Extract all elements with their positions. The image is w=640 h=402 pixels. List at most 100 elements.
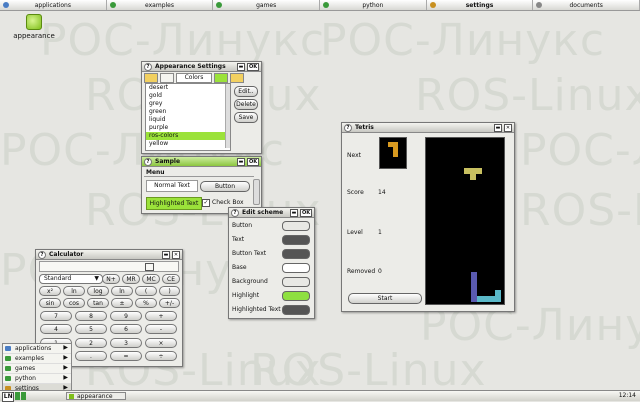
scheme-row-label: Button Text <box>232 250 267 257</box>
title-bar[interactable]: ? Calculator ▬ ✕ <box>36 250 182 260</box>
tab-games[interactable]: games <box>213 0 321 10</box>
calc-button[interactable]: 8 <box>75 311 107 321</box>
help-icon[interactable]: ? <box>144 157 152 166</box>
list-item[interactable]: purple <box>146 124 230 132</box>
calc-button[interactable]: 2 <box>75 338 107 348</box>
tab-applications[interactable]: applications <box>0 0 107 10</box>
clock[interactable]: 12:14 <box>619 392 636 400</box>
calc-button[interactable]: MR <box>122 274 140 284</box>
calc-button[interactable]: ) <box>159 286 180 296</box>
leaf-icon <box>5 356 11 361</box>
start-button[interactable]: Start <box>348 293 422 304</box>
close-button[interactable]: ✕ <box>504 124 512 132</box>
grid-icon[interactable] <box>145 263 154 271</box>
color-swatch-base[interactable] <box>282 263 310 273</box>
tab-colors[interactable]: Colors <box>176 73 212 83</box>
desktop-icon-appearance[interactable]: appearance <box>6 14 62 40</box>
list-item[interactable]: gold <box>146 92 230 100</box>
color-swatch-button-text[interactable] <box>282 249 310 259</box>
list-item[interactable]: desert <box>146 84 230 92</box>
calc-button[interactable]: × <box>145 338 177 348</box>
menu-item-games[interactable]: games ▶ <box>3 364 71 374</box>
list-item[interactable]: grey <box>146 100 230 108</box>
title-bar[interactable]: ? Sample ▬ OK <box>142 157 261 167</box>
score-value: 14 <box>378 189 386 196</box>
save-button[interactable]: Save <box>234 112 258 123</box>
minimize-button[interactable]: ▬ <box>290 209 298 217</box>
start-button[interactable]: LN <box>2 392 26 402</box>
title-bar[interactable]: ? Edit scheme ▬ OK <box>229 208 314 218</box>
tab-examples[interactable]: examples <box>106 0 214 10</box>
mode-select[interactable]: Standard ▼ <box>39 274 103 284</box>
minimize-button[interactable]: ▬ <box>237 158 245 166</box>
minimize-button[interactable]: ▬ <box>494 124 502 132</box>
calc-button[interactable]: ln <box>63 286 85 296</box>
calc-button[interactable]: 7 <box>40 311 72 321</box>
tab-theme[interactable] <box>214 73 228 83</box>
menu-item-applications[interactable]: applications ▶ <box>3 344 71 354</box>
calc-button[interactable]: cos <box>63 298 85 308</box>
calc-button[interactable]: % <box>135 298 157 308</box>
title-bar[interactable]: ? Appearance Settings ▬ OK <box>142 62 261 72</box>
calc-button[interactable]: 9 <box>110 311 142 321</box>
menu-item-examples[interactable]: examples ▶ <box>3 354 71 364</box>
tab-wallpaper[interactable] <box>144 73 158 83</box>
color-swatch-highlighted-text[interactable] <box>282 305 310 315</box>
calc-button[interactable]: . <box>75 351 107 361</box>
color-swatch-highlight[interactable] <box>282 291 310 301</box>
sample-button[interactable]: Button <box>200 181 250 192</box>
delete-button[interactable]: Delete <box>234 99 258 110</box>
list-scrollbar[interactable] <box>225 84 230 148</box>
tab-settings[interactable]: settings <box>426 0 534 10</box>
ok-button[interactable]: OK <box>247 158 259 166</box>
calc-button[interactable]: 5 <box>75 324 107 334</box>
game-board[interactable] <box>425 137 505 305</box>
list-item[interactable]: yellow <box>146 140 230 148</box>
title-bar[interactable]: ? Tetris ▬ ✕ <box>342 123 514 133</box>
calc-button[interactable]: 3 <box>110 338 142 348</box>
sample-checkbox[interactable]: ✓ <box>202 199 210 207</box>
color-swatch-button[interactable] <box>282 221 310 231</box>
calc-button[interactable]: sin <box>39 298 61 308</box>
calc-button[interactable]: 6 <box>110 324 142 334</box>
calc-button[interactable]: = <box>110 351 142 361</box>
list-item-selected[interactable]: ros-colors <box>146 132 230 140</box>
edit-button[interactable]: Edit.. <box>234 86 258 97</box>
calc-button[interactable]: 4 <box>40 324 72 334</box>
color-scheme-list[interactable]: desert gold grey green liquid purple ros… <box>145 83 231 151</box>
tab-other[interactable] <box>230 73 244 83</box>
sample-scrollbar[interactable] <box>253 179 260 205</box>
calc-button[interactable]: ± <box>111 298 133 308</box>
calc-button[interactable]: log <box>87 286 109 296</box>
calc-button[interactable]: CE <box>162 274 180 284</box>
calc-button[interactable]: + <box>145 311 177 321</box>
help-icon[interactable]: ? <box>344 123 352 132</box>
calc-button[interactable]: tan <box>87 298 109 308</box>
minimize-button[interactable]: ▬ <box>237 63 245 71</box>
calc-button[interactable]: ( <box>135 286 157 296</box>
taskbar-item-appearance[interactable]: appearance <box>66 392 126 400</box>
calc-button[interactable]: ln <box>111 286 133 296</box>
tab-fonts[interactable] <box>160 73 174 83</box>
help-icon[interactable]: ? <box>144 62 152 71</box>
calc-button[interactable]: N+ <box>102 274 120 284</box>
calc-button[interactable]: +/- <box>159 298 180 308</box>
color-swatch-background[interactable] <box>282 277 310 287</box>
help-icon[interactable]: ? <box>38 250 46 259</box>
list-item[interactable]: liquid <box>146 116 230 124</box>
ok-button[interactable]: OK <box>300 209 312 217</box>
ok-button[interactable]: OK <box>247 63 259 71</box>
tab-documents[interactable]: documents <box>533 0 640 10</box>
list-item[interactable]: green <box>146 108 230 116</box>
color-swatch-text[interactable] <box>282 235 310 245</box>
menu-item-python[interactable]: python ▶ <box>3 374 71 384</box>
minimize-button[interactable]: ▬ <box>162 251 170 259</box>
help-icon[interactable]: ? <box>231 208 239 217</box>
tab-python[interactable]: python <box>320 0 427 10</box>
calc-button[interactable]: ÷ <box>145 351 177 361</box>
close-button[interactable]: ✕ <box>172 251 180 259</box>
calc-button[interactable]: MC <box>142 274 160 284</box>
calc-button[interactable]: - <box>145 324 177 334</box>
calc-button[interactable]: x² <box>39 286 61 296</box>
sample-menu[interactable]: Menu <box>146 169 165 176</box>
